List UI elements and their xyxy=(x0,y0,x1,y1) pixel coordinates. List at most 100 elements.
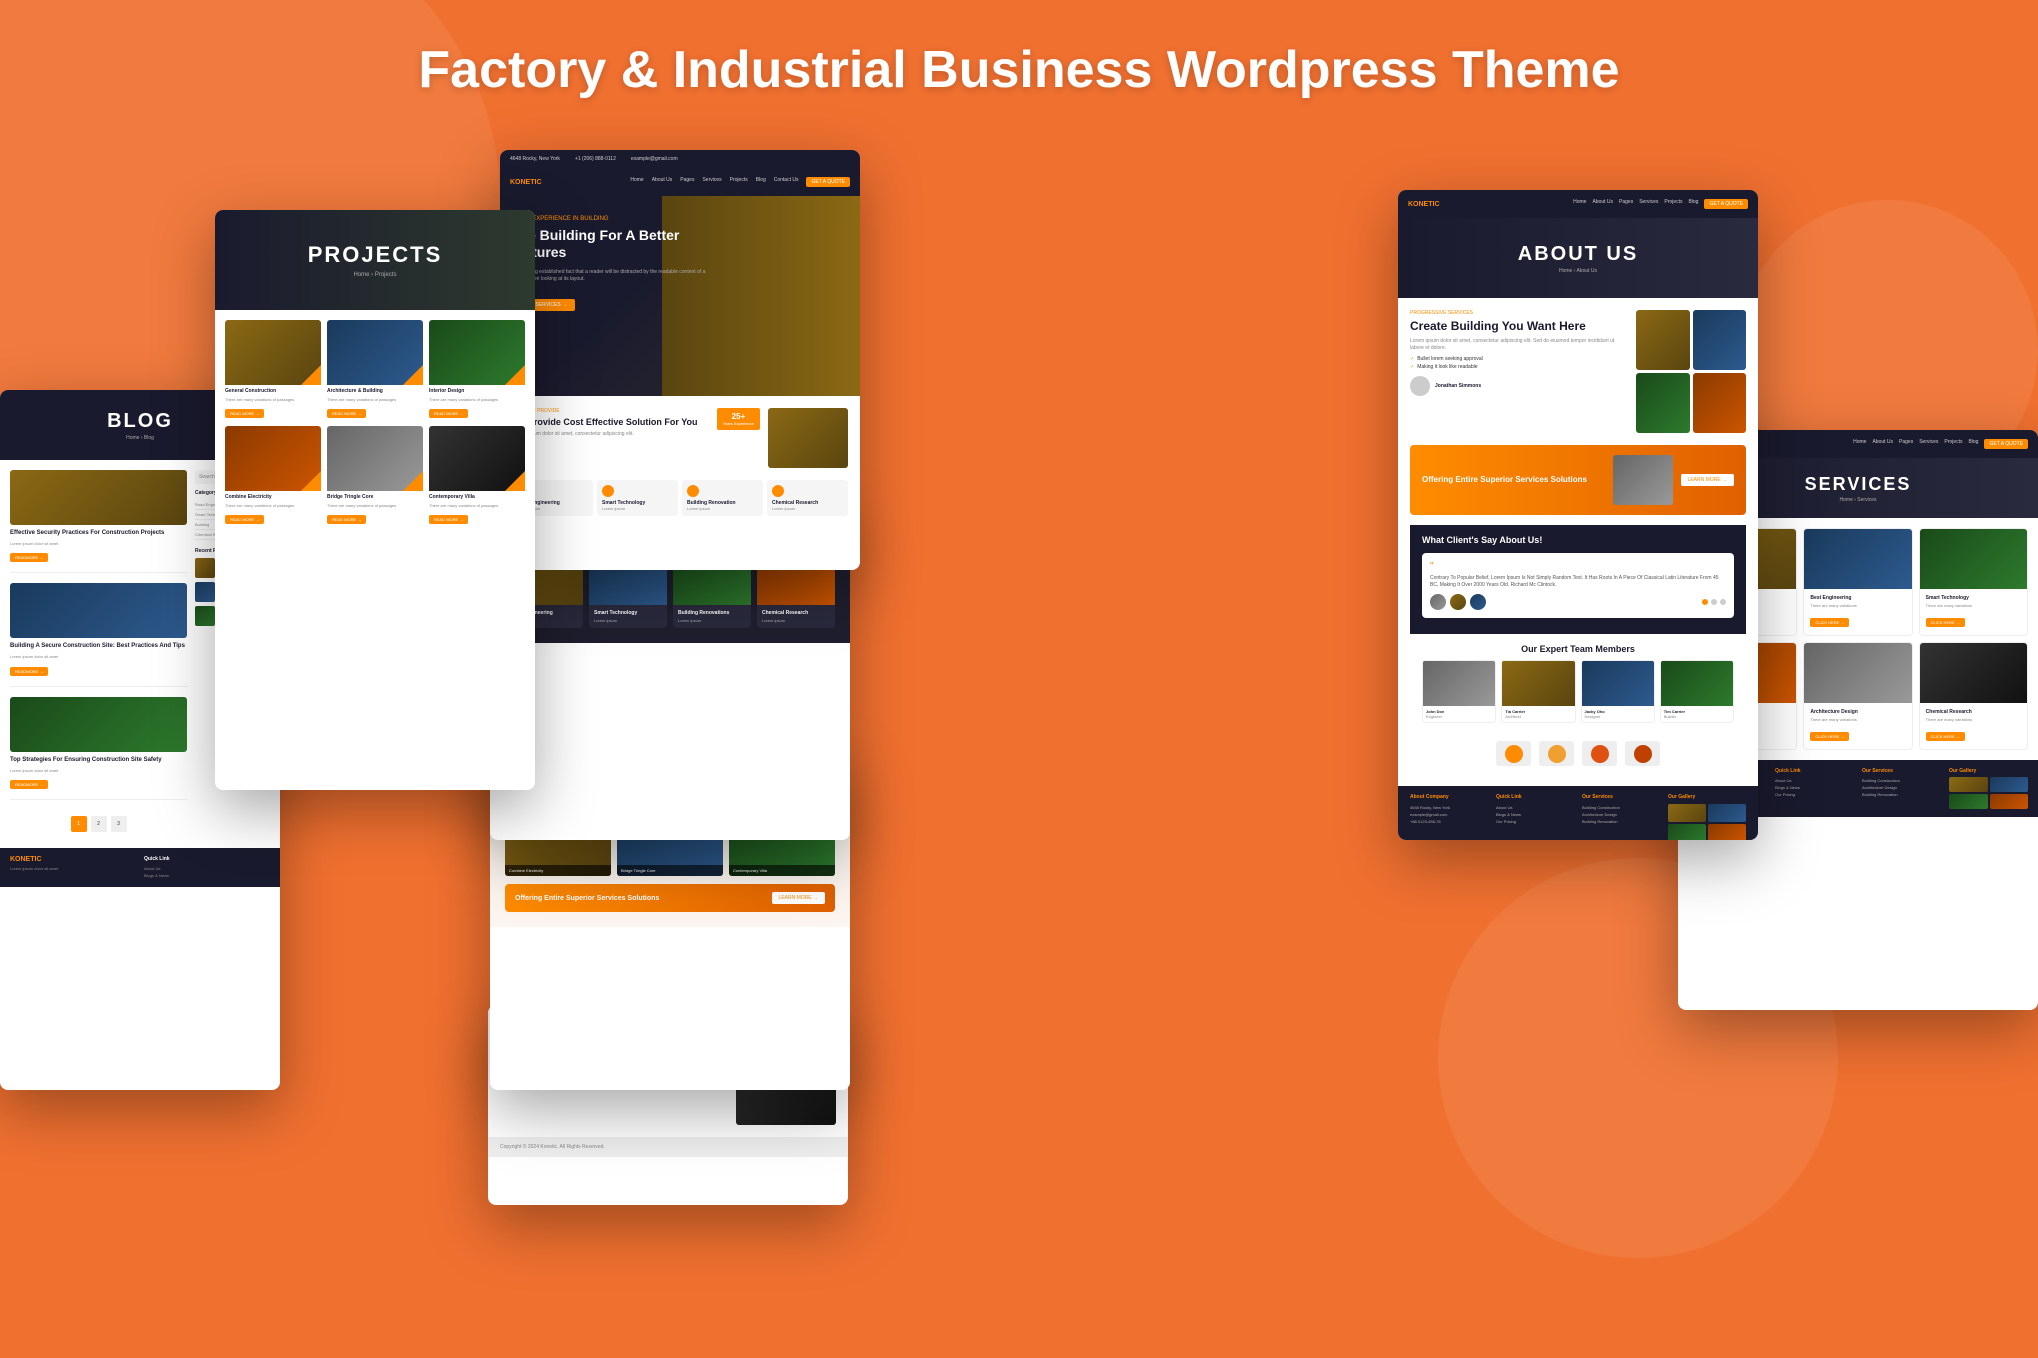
ts-avatar-1 xyxy=(1430,594,1446,610)
dot-3[interactable] xyxy=(1720,599,1726,605)
logo-icon-3 xyxy=(1591,745,1609,763)
blog-footer-link-1[interactable]: About Us xyxy=(144,865,270,872)
blog-post-1: Effective Security Practices For Constru… xyxy=(10,470,187,573)
dot-1[interactable] xyxy=(1702,599,1708,605)
project-item-3[interactable]: Interior Design There are many variation… xyxy=(429,320,525,420)
project-item-4[interactable]: Combine Electricity There are many varia… xyxy=(225,426,321,526)
sp-nav-home[interactable]: Home xyxy=(1853,439,1866,449)
sp-nav-services[interactable]: Services xyxy=(1919,439,1938,449)
page-btn-3[interactable]: 3 xyxy=(111,816,127,832)
about-nav-projects[interactable]: Projects xyxy=(1664,199,1682,209)
project-readmore-3[interactable]: READ MORE → xyxy=(429,409,468,418)
sp-btn-6[interactable]: CLICK HERE → xyxy=(1926,732,1965,741)
sp-card-3[interactable]: Smart Technology There are many variatio… xyxy=(1919,528,2028,636)
sp-f-svc-3[interactable]: Building Renovation xyxy=(1862,791,1941,798)
about-footer-link-3[interactable]: Our Pricing xyxy=(1496,818,1574,825)
project-desc-6: There are many variations of passages xyxy=(429,503,525,508)
svc-body-3: Building Renovations Lorem ipsum xyxy=(673,605,751,628)
blog-readmore-3[interactable]: READMORE → xyxy=(10,780,48,789)
sp-f-title-2: Quick Link xyxy=(1775,768,1854,774)
about-footer-link-1[interactable]: About Us xyxy=(1496,804,1574,811)
about-footer-link-2[interactable]: Blogs & News xyxy=(1496,811,1574,818)
about-cta-button[interactable]: LEARN MORE → xyxy=(1681,474,1734,486)
project-readmore-1[interactable]: READ MORE → xyxy=(225,409,264,418)
sp-btn-5[interactable]: CLICK HERE → xyxy=(1810,732,1849,741)
sp-nav-blog[interactable]: Blog xyxy=(1968,439,1978,449)
sp-f-link-2[interactable]: Blogs & News xyxy=(1775,784,1854,791)
sp-f-link-1[interactable]: About Us xyxy=(1775,777,1854,784)
project-item-2[interactable]: Architecture & Building There are many v… xyxy=(327,320,423,420)
about-footer-svc-2[interactable]: Architecture Design xyxy=(1582,811,1660,818)
project-readmore-4[interactable]: READ MORE → xyxy=(225,515,264,524)
about-nav-about[interactable]: About Us xyxy=(1592,199,1613,209)
service-card-4[interactable]: Chemical Research Lorem ipsum xyxy=(767,480,848,516)
nav-contact[interactable]: Contact Us xyxy=(774,177,799,187)
sp-desc-5: There are many variations xyxy=(1810,717,1905,722)
svc-name-3: Building Renovations xyxy=(678,610,746,616)
page-btn-2[interactable]: 2 xyxy=(91,816,107,832)
blog-readmore-2[interactable]: READMORE → xyxy=(10,667,48,676)
project-label-1: General Construction xyxy=(225,385,321,397)
sp-nav-projects[interactable]: Projects xyxy=(1944,439,1962,449)
sp-card-5[interactable]: Architecture Design There are many varia… xyxy=(1803,642,1912,750)
sp-nav-about[interactable]: About Us xyxy=(1872,439,1893,449)
sp-btn-3[interactable]: CLICK HERE → xyxy=(1926,618,1965,627)
service-desc-2: Lorem ipsum xyxy=(602,506,673,511)
page-btn-1[interactable]: 1 xyxy=(71,816,87,832)
nav-blog[interactable]: Blog xyxy=(756,177,766,187)
projects-breadcrumb: Home › Projects xyxy=(353,272,396,278)
address-info: 4648 Rocky, New York xyxy=(510,156,560,162)
about-nav-services[interactable]: Services xyxy=(1639,199,1658,209)
project-item-1[interactable]: General Construction There are many vari… xyxy=(225,320,321,420)
stat-label: Years Experience xyxy=(723,421,754,426)
testimonial-text: Contrary To Popular Belief, Lorem Ipsum … xyxy=(1430,575,1726,589)
project-readmore-5[interactable]: READ MORE → xyxy=(327,515,366,524)
service-card-2[interactable]: Smart Technology Lorem ipsum xyxy=(597,480,678,516)
about-quote-button[interactable]: GET A QUOTE xyxy=(1704,199,1748,209)
project-item-6[interactable]: Contemporary Villa There are many variat… xyxy=(429,426,525,526)
project-readmore-2[interactable]: READ MORE → xyxy=(327,409,366,418)
about-footer-svc-1[interactable]: Building Construction xyxy=(1582,804,1660,811)
nav-about[interactable]: About Us xyxy=(652,177,673,187)
sp-card-2[interactable]: Best Engineering There are many variatio… xyxy=(1803,528,1912,636)
orange-corner-6 xyxy=(505,471,525,491)
partner-logo-4 xyxy=(1625,741,1660,766)
svc-body-2: Smart Technology Lorem ipsum xyxy=(589,605,667,628)
sp-gal-1 xyxy=(1949,777,1988,792)
sp-quote-button[interactable]: GET A QUOTE xyxy=(1984,439,2028,449)
explore-label-2: Bridge Tringle Core xyxy=(617,865,723,876)
hero-logo: KONETIC xyxy=(510,179,542,186)
hero-content: BEST EXPERIENCE IN BUILDING We Building … xyxy=(515,216,713,311)
explore-label-1: Combine Electricity xyxy=(505,865,611,876)
about-nav-home[interactable]: Home xyxy=(1573,199,1586,209)
nav-home[interactable]: Home xyxy=(630,177,643,187)
nav-pages[interactable]: Pages xyxy=(680,177,694,187)
nav-services[interactable]: Services xyxy=(702,177,721,187)
sp-title-5: Architecture Design xyxy=(1810,709,1905,715)
sp-btn-2[interactable]: CLICK HERE → xyxy=(1810,618,1849,627)
nav-projects[interactable]: Projects xyxy=(730,177,748,187)
blog-footer-link-2[interactable]: Blogs & News xyxy=(144,872,270,879)
about-nav-pages[interactable]: Pages xyxy=(1619,199,1633,209)
sp-f-svc-2[interactable]: Architecture Design xyxy=(1862,784,1941,791)
project-item-5[interactable]: Bridge Tringle Core There are many varia… xyxy=(327,426,423,526)
blog-readmore-1[interactable]: READMORE → xyxy=(10,553,48,562)
about-footer-svc-3[interactable]: Building Renovation xyxy=(1582,818,1660,825)
get-quote-button[interactable]: GET A QUOTE xyxy=(806,177,850,187)
sp-card-6[interactable]: Chemical Research There are many variati… xyxy=(1919,642,2028,750)
about-main-title: Create Building You Want Here xyxy=(1410,319,1626,333)
hero-subtitle: BEST EXPERIENCE IN BUILDING xyxy=(515,216,713,222)
project-readmore-6[interactable]: READ MORE → xyxy=(429,515,468,524)
copyright-text: Copyright © 2024 Konetic. All Rights Res… xyxy=(500,1144,605,1150)
footer-gallery-grid xyxy=(1668,804,1746,840)
sp-nav-pages[interactable]: Pages xyxy=(1899,439,1913,449)
sp-desc-2: There are many variations xyxy=(1810,603,1905,608)
sp-f-link-3[interactable]: Our Pricing xyxy=(1775,791,1854,798)
sp-f-svc-1[interactable]: Building Construction xyxy=(1862,777,1941,784)
service-card-3[interactable]: Building Renovation Lorem ipsum xyxy=(682,480,763,516)
team-member-1: John Doe Engineer xyxy=(1422,660,1496,723)
cta-learn-more-button[interactable]: LEARN MORE → xyxy=(772,892,825,904)
dot-2[interactable] xyxy=(1711,599,1717,605)
about-description: Lorem ipsum dolor sit amet, consectetur … xyxy=(1410,338,1626,352)
about-nav-blog[interactable]: Blog xyxy=(1688,199,1698,209)
